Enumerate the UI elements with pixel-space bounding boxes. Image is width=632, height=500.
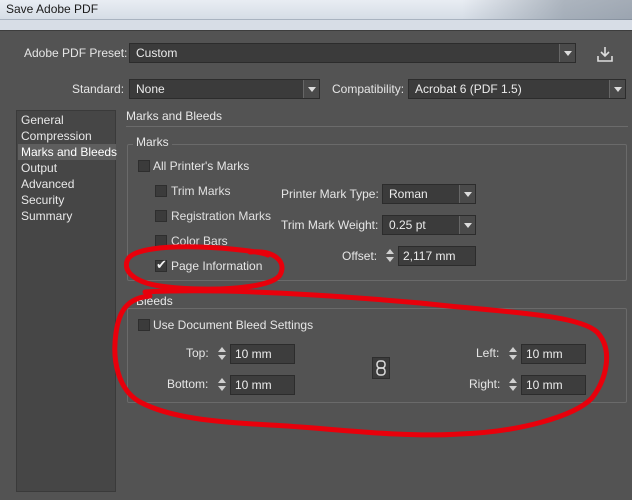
chevron-down-icon <box>303 80 319 98</box>
bleed-top-field[interactable]: 10 mm <box>230 344 295 364</box>
bleed-bottom-value: 10 mm <box>235 378 272 392</box>
bleed-left-label: Left: <box>476 346 500 360</box>
trim-mark-weight-label: Trim Mark Weight: <box>281 218 379 232</box>
stepper-down-icon <box>386 257 394 262</box>
page-information-label: Page Information <box>171 259 263 273</box>
trim-marks-label: Trim Marks <box>171 184 231 198</box>
sidebar-item-marks-and-bleeds[interactable]: Marks and Bleeds <box>21 145 117 159</box>
sidebar-item-general[interactable]: General <box>21 113 64 127</box>
chain-link-button[interactable] <box>372 357 390 379</box>
marks-group-title: Marks <box>133 135 172 149</box>
window-title: Save Adobe PDF <box>6 2 99 16</box>
chain-link-icon <box>376 360 386 376</box>
checkmark-icon: ✔ <box>156 257 167 272</box>
compatibility-value: Acrobat 6 (PDF 1.5) <box>415 82 522 96</box>
bleed-top-label: Top: <box>186 346 209 360</box>
section-divider <box>126 126 628 127</box>
chevron-down-icon <box>609 80 625 98</box>
use-document-bleed-label: Use Document Bleed Settings <box>153 318 314 332</box>
trim-mark-weight-value: 0.25 pt <box>389 218 426 232</box>
stepper-up-icon <box>386 249 394 254</box>
chevron-down-icon <box>559 44 575 62</box>
bleed-bottom-stepper[interactable] <box>216 375 228 395</box>
sidebar-item-advanced[interactable]: Advanced <box>21 177 74 191</box>
compatibility-dropdown[interactable]: Acrobat 6 (PDF 1.5) <box>408 79 626 99</box>
stepper-up-icon <box>509 347 517 352</box>
sidebar-item-output[interactable]: Output <box>21 161 57 175</box>
standard-dropdown[interactable]: None <box>129 79 320 99</box>
bleed-right-stepper[interactable] <box>507 375 519 395</box>
stepper-up-icon <box>509 378 517 383</box>
preset-dropdown[interactable]: Custom <box>129 43 576 63</box>
page-information-checkbox[interactable]: ✔ <box>155 257 167 272</box>
stepper-down-icon <box>509 386 517 391</box>
use-document-bleed-checkbox[interactable] <box>138 319 150 331</box>
trim-mark-weight-dropdown[interactable]: 0.25 pt <box>382 215 476 235</box>
all-printers-marks-label: All Printer's Marks <box>153 159 250 173</box>
stepper-up-icon <box>218 347 226 352</box>
standard-label: Standard: <box>72 82 125 96</box>
trim-marks-checkbox[interactable] <box>155 185 167 197</box>
chevron-down-icon <box>459 185 475 203</box>
stepper-down-icon <box>218 355 226 360</box>
bleed-right-label: Right: <box>469 377 501 391</box>
sidebar-item-security[interactable]: Security <box>21 193 64 207</box>
chevron-down-icon <box>459 216 475 234</box>
stepper-up-icon <box>218 378 226 383</box>
section-title: Marks and Bleeds <box>126 109 223 123</box>
color-bars-checkbox[interactable] <box>155 235 167 247</box>
color-bars-label: Color Bars <box>171 234 228 248</box>
titlebar-shade <box>462 0 632 20</box>
registration-marks-label: Registration Marks <box>171 209 272 223</box>
category-sidebar: General Compression Marks and Bleeds Out… <box>16 110 117 492</box>
sidebar-item-summary[interactable]: Summary <box>21 209 72 223</box>
offset-field[interactable]: 2,117 mm <box>398 246 476 266</box>
bleed-right-value: 10 mm <box>526 378 563 392</box>
bleed-top-value: 10 mm <box>235 347 272 361</box>
bleed-top-stepper[interactable] <box>216 344 228 364</box>
compatibility-label: Compatibility: <box>332 82 405 96</box>
bleed-left-stepper[interactable] <box>507 344 519 364</box>
bleed-bottom-field[interactable]: 10 mm <box>230 375 295 395</box>
standard-value: None <box>136 82 165 96</box>
preset-label: Adobe PDF Preset: <box>24 46 128 60</box>
save-pdf-dialog: Adobe PDF Preset: Custom Standard: None … <box>0 30 632 500</box>
all-printers-marks-checkbox[interactable] <box>138 160 150 172</box>
registration-marks-checkbox[interactable] <box>155 210 167 222</box>
bleed-left-value: 10 mm <box>526 347 563 361</box>
window-titlebar[interactable]: Save Adobe PDF <box>0 0 632 20</box>
offset-stepper[interactable] <box>384 246 396 266</box>
bleed-right-field[interactable]: 10 mm <box>521 375 586 395</box>
window-frame <box>0 20 632 30</box>
printer-mark-type-value: Roman <box>389 187 428 201</box>
printer-mark-type-label: Printer Mark Type: <box>281 187 379 201</box>
preset-value: Custom <box>136 46 178 60</box>
sidebar-item-compression[interactable]: Compression <box>21 129 92 143</box>
stepper-down-icon <box>509 355 517 360</box>
bleed-bottom-label: Bottom: <box>167 377 209 391</box>
offset-value: 2,117 mm <box>403 249 456 263</box>
printer-mark-type-dropdown[interactable]: Roman <box>382 184 476 204</box>
offset-label: Offset: <box>342 249 378 263</box>
bleeds-group-title: Bleeds <box>133 294 176 308</box>
stepper-down-icon <box>218 386 226 391</box>
save-preset-icon[interactable] <box>594 45 616 65</box>
bleed-left-field[interactable]: 10 mm <box>521 344 586 364</box>
